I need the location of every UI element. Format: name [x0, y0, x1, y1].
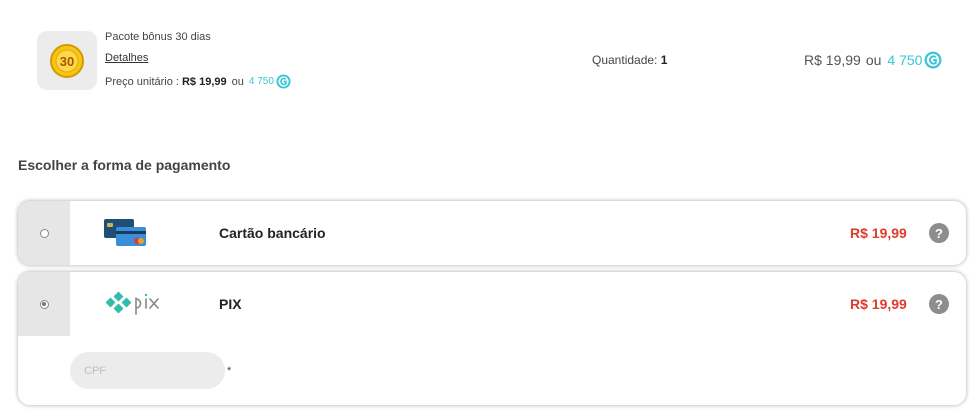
pix-logo-icon [105, 291, 159, 315]
total-coin-value: 4 750 [887, 52, 923, 68]
unit-price-value: R$ 19,99 [181, 75, 227, 88]
payment-method-name: Cartão bancário [219, 225, 326, 241]
radio-button[interactable] [39, 228, 49, 238]
product-thumbnail: 30 [37, 31, 97, 90]
product-title: Pacote bônus 30 dias [105, 31, 211, 43]
credit-card-icon [104, 219, 146, 246]
total-price-value: R$ 19,99 [804, 52, 861, 68]
payment-method-name: PIX [219, 296, 242, 312]
payment-method-price: R$ 19,99 [850, 225, 907, 241]
unit-coin-value: 4 750 [248, 76, 274, 87]
payment-option-card[interactable]: Cartão bancário R$ 19,99 ? [18, 201, 966, 265]
total-price: R$ 19,99 ou 4 750 [804, 51, 942, 69]
details-link[interactable]: Detalhes [105, 52, 148, 64]
or-text: ou [865, 52, 882, 68]
svg-text:30: 30 [60, 54, 74, 69]
coin-icon [925, 51, 942, 69]
required-asterisk: * [227, 365, 232, 377]
payment-option-card[interactable]: PIX R$ 19,99 ? * [18, 272, 966, 405]
help-icon[interactable]: ? [929, 223, 949, 243]
payment-section-title: Escolher a forma de pagamento [18, 157, 231, 173]
cpf-input[interactable] [70, 352, 225, 389]
quantity-value: 1 [660, 53, 668, 67]
coin-icon [276, 74, 291, 89]
unit-price-row: Preço unitário : R$ 19,99 ou 4 750 [105, 74, 291, 89]
quantity-label: Quantidade: [592, 53, 658, 67]
quantity: Quantidade: 1 [592, 53, 667, 67]
payment-method-price: R$ 19,99 [850, 296, 907, 312]
help-icon[interactable]: ? [929, 294, 949, 314]
radio-column[interactable] [18, 272, 70, 336]
radio-column[interactable] [18, 201, 70, 265]
bonus-30-badge-icon: 30 [50, 43, 84, 78]
radio-button-selected[interactable] [39, 299, 49, 309]
unit-price-label: Preço unitário : [105, 75, 179, 88]
or-text: ou [231, 75, 244, 88]
